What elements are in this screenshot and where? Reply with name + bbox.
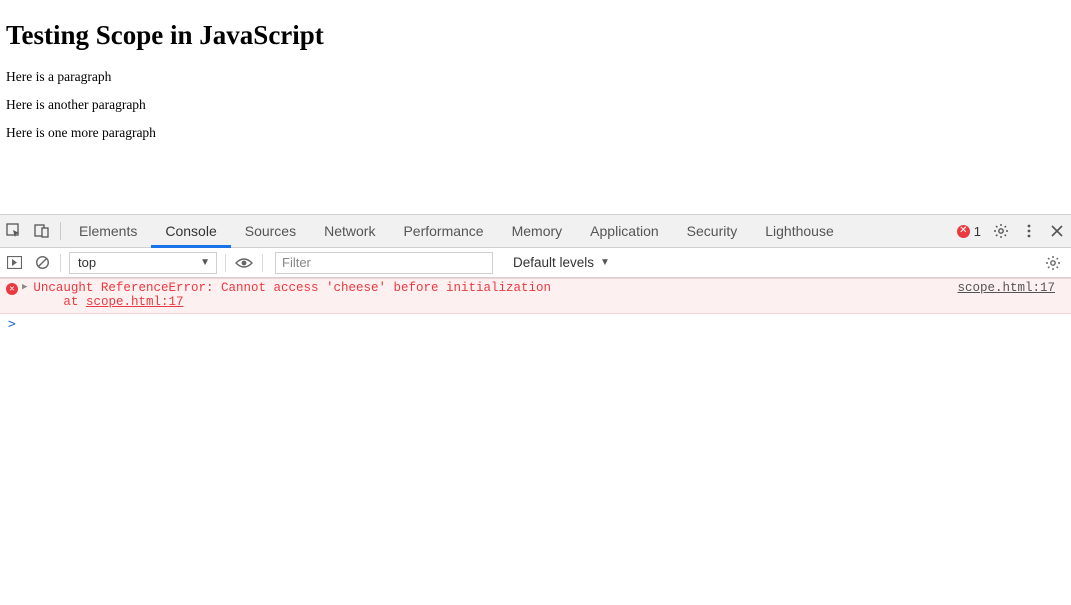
- execution-context-select[interactable]: top ▼: [69, 252, 217, 274]
- tab-network[interactable]: Network: [310, 215, 389, 248]
- expand-caret-icon[interactable]: ▶: [22, 282, 27, 292]
- tab-console[interactable]: Console: [151, 215, 230, 248]
- settings-gear-icon[interactable]: [987, 216, 1015, 246]
- error-icon: ✕: [6, 283, 18, 295]
- clear-console-icon[interactable]: [28, 249, 56, 277]
- console-output: ✕ ▶ Uncaught ReferenceError: Cannot acce…: [0, 278, 1071, 334]
- inspect-element-icon[interactable]: [0, 216, 28, 246]
- levels-label: Default levels: [513, 255, 594, 270]
- close-devtools-icon[interactable]: [1043, 216, 1071, 246]
- tab-sources[interactable]: Sources: [231, 215, 310, 248]
- page-paragraph: Here is one more paragraph: [6, 125, 1065, 141]
- live-expression-eye-icon[interactable]: [230, 249, 258, 277]
- stack-location-link[interactable]: scope.html:17: [86, 295, 184, 309]
- error-source-link[interactable]: scope.html:17: [957, 281, 1055, 295]
- error-count-badge[interactable]: ✕ 1: [957, 224, 981, 239]
- error-count: 1: [974, 224, 981, 239]
- prompt-caret: >: [8, 317, 16, 332]
- console-settings-gear-icon[interactable]: [1039, 249, 1067, 277]
- viewport-content: Testing Scope in JavaScript Here is a pa…: [0, 0, 1071, 214]
- tab-security[interactable]: Security: [673, 215, 752, 248]
- devtools-tabstrip: Elements Console Sources Network Perform…: [0, 215, 1071, 248]
- console-toolbar: top ▼ Default levels ▼: [0, 248, 1071, 278]
- more-menu-icon[interactable]: [1015, 216, 1043, 246]
- error-message-text: Uncaught ReferenceError: Cannot access '…: [33, 281, 551, 295]
- console-prompt[interactable]: >: [0, 314, 1071, 334]
- devtools-panel: Elements Console Sources Network Perform…: [0, 214, 1071, 605]
- tab-performance[interactable]: Performance: [389, 215, 497, 248]
- filter-input[interactable]: [275, 252, 493, 274]
- tab-lighthouse[interactable]: Lighthouse: [751, 215, 848, 248]
- context-label: top: [78, 255, 96, 270]
- toggle-sidebar-icon[interactable]: [0, 249, 28, 277]
- chevron-down-icon: ▼: [600, 257, 610, 268]
- tab-elements[interactable]: Elements: [65, 215, 151, 248]
- console-error-row[interactable]: ✕ ▶ Uncaught ReferenceError: Cannot acce…: [0, 278, 1071, 314]
- page-paragraph: Here is a paragraph: [6, 69, 1065, 85]
- page-heading: Testing Scope in JavaScript: [6, 20, 1065, 51]
- stack-at-prefix: at: [33, 295, 86, 309]
- chevron-down-icon: ▼: [200, 257, 210, 268]
- device-toolbar-icon[interactable]: [28, 216, 56, 246]
- error-icon: ✕: [957, 225, 970, 238]
- log-levels-select[interactable]: Default levels ▼: [507, 252, 616, 274]
- tab-memory[interactable]: Memory: [498, 215, 577, 248]
- tab-application[interactable]: Application: [576, 215, 673, 248]
- page-paragraph: Here is another paragraph: [6, 97, 1065, 113]
